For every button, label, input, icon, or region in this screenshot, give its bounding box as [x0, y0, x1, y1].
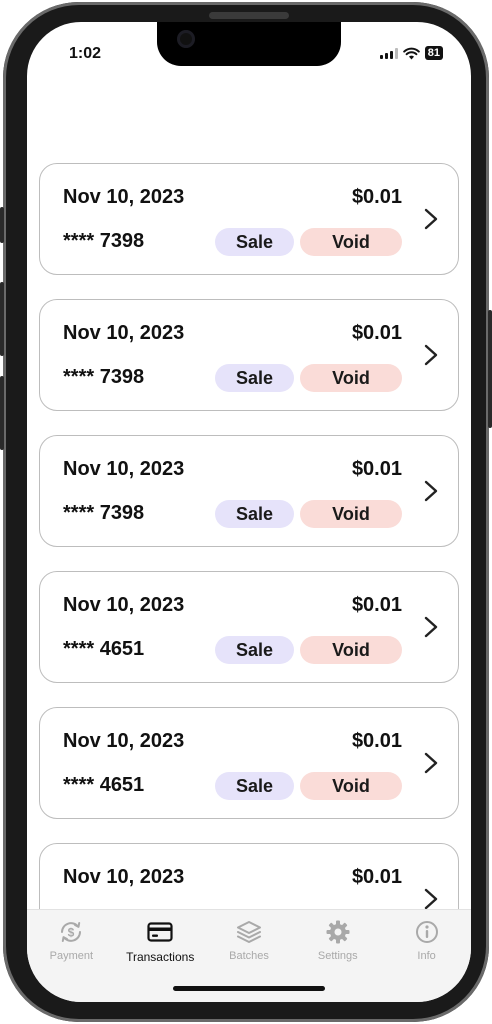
tab-label: Batches: [229, 950, 269, 962]
void-badge: Void: [300, 364, 402, 392]
volume-down-button: [0, 376, 4, 450]
chevron-right-icon[interactable]: [424, 480, 438, 502]
transaction-amount: $0.01: [351, 730, 402, 752]
transaction-date: Nov 10, 2023: [63, 594, 185, 616]
void-badge: Void: [300, 500, 402, 528]
card-number: **** 7398: [63, 502, 145, 524]
transaction-amount: $0.01: [351, 458, 402, 480]
chevron-right-icon[interactable]: [424, 208, 438, 230]
layers-icon: [236, 921, 261, 943]
card-number: **** 7398: [63, 230, 145, 252]
tab-info[interactable]: Info: [383, 918, 471, 1002]
action-button: [0, 207, 4, 243]
void-badge: Void: [300, 636, 402, 664]
transaction-date: Nov 10, 2023: [63, 186, 185, 208]
tab-label: Payment: [49, 950, 94, 962]
signal-icon: [379, 47, 398, 59]
tab-label: Info: [417, 950, 436, 962]
wifi-icon: [402, 47, 420, 59]
volume-up-button: [0, 282, 4, 356]
transaction-card[interactable]: Nov 10, 2023 $0.01 **** 4651 Sale Void: [39, 707, 459, 819]
transaction-amount: $0.01: [351, 866, 402, 888]
transaction-date: Nov 10, 2023: [63, 458, 185, 480]
transaction-amount: $0.01: [351, 594, 402, 616]
sale-badge: Sale: [215, 500, 294, 528]
transaction-date: Nov 10, 2023: [63, 730, 185, 752]
svg-text:$: $: [68, 926, 75, 940]
transaction-card[interactable]: Nov 10, 2023 $0.01 **** 7398 Sale Void: [39, 163, 459, 275]
home-indicator[interactable]: [173, 986, 325, 991]
transaction-card[interactable]: Nov 10, 2023 $0.01 **** 7398 Sale Void: [39, 299, 459, 411]
info-icon: [415, 921, 438, 943]
chevron-right-icon[interactable]: [424, 616, 438, 638]
camera-icon: [177, 30, 195, 48]
transaction-card[interactable]: Nov 10, 2023 $0.01 **** 7398 Sale Void: [39, 435, 459, 547]
tab-label: Settings: [317, 950, 358, 962]
void-badge: Void: [300, 228, 402, 256]
transaction-amount: $0.01: [351, 322, 402, 344]
status-time: 1:02: [69, 45, 102, 62]
speaker-grille: [209, 12, 289, 19]
battery-icon: 81: [424, 46, 443, 60]
sale-badge: Sale: [215, 636, 294, 664]
chevron-right-icon[interactable]: [424, 344, 438, 366]
card-number: **** 4651: [63, 638, 145, 660]
transaction-amount: $0.01: [351, 186, 402, 208]
credit-card-icon: [147, 922, 173, 942]
transaction-date: Nov 10, 2023: [63, 866, 185, 888]
chevron-right-icon[interactable]: [424, 752, 438, 774]
power-button: [488, 310, 492, 428]
sale-badge: Sale: [215, 772, 294, 800]
card-number: **** 4651: [63, 774, 145, 796]
tab-label: Transactions: [126, 950, 195, 964]
transaction-card[interactable]: Nov 10, 2023 $0.01 **** 4651 Sale Void: [39, 571, 459, 683]
status-icons: 81: [379, 46, 443, 60]
transaction-date: Nov 10, 2023: [63, 322, 185, 344]
void-badge: Void: [300, 772, 402, 800]
card-number: **** 7398: [63, 366, 145, 388]
phone-frame: 1:02 81 Nov 10, 2023 $0.01 **** 7398 Sal…: [0, 2, 492, 1022]
transaction-list[interactable]: Nov 10, 2023 $0.01 **** 7398 Sale Void N…: [39, 163, 459, 979]
sale-badge: Sale: [215, 228, 294, 256]
tab-payment[interactable]: $ Payment: [27, 918, 115, 1002]
chevron-right-icon[interactable]: [424, 888, 438, 910]
sale-badge: Sale: [215, 364, 294, 392]
gear-icon: [326, 920, 350, 944]
notch: [157, 22, 341, 66]
dollar-sync-icon: $: [61, 922, 82, 942]
screen: 1:02 81 Nov 10, 2023 $0.01 **** 7398 Sal…: [27, 22, 471, 1002]
